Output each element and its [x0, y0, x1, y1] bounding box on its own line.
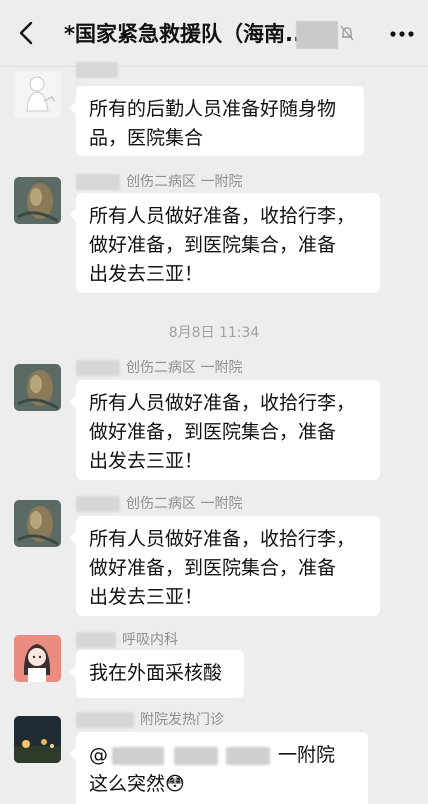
message-bubble[interactable]: 所有人员做好准备，收拾行李， 做好准备，到医院集合，准备 出发去三亚！ — [69, 193, 380, 293]
message-line: 我在外面采核酸 — [89, 662, 223, 684]
message-line: 出发去三亚！ — [89, 586, 204, 608]
message-line: 做好准备，到医院集合，准备 — [89, 234, 337, 256]
avatar[interactable] — [14, 71, 61, 118]
flushed-face-emoji-icon: 😳 — [165, 773, 185, 795]
mention-redaction — [226, 746, 270, 765]
sender-name-text: 呼吸内科 — [122, 632, 178, 648]
message-text: 这么突然 — [89, 773, 166, 795]
sender-name: 创伤二病区 一附院 — [76, 357, 242, 377]
more-dots-icon[interactable] — [390, 31, 414, 37]
name-redaction — [76, 712, 134, 728]
avatar[interactable] — [14, 500, 61, 547]
avatar[interactable] — [14, 177, 61, 224]
chat-timestamp: 8月8日 11:34 — [168, 325, 260, 341]
message-line: 所有人员做好准备，收拾行李， — [89, 392, 356, 414]
avatar[interactable] — [14, 364, 61, 411]
chat-title: *国家紧急救援队（海南... — [64, 22, 309, 46]
sender-name-text: 附院发热门诊 — [140, 712, 224, 728]
avatar[interactable] — [14, 635, 61, 682]
name-redaction — [76, 174, 120, 190]
message-bubble[interactable]: 我在外面采核酸 — [69, 650, 244, 698]
sender-name — [76, 62, 124, 82]
back-chevron-icon[interactable] — [14, 20, 40, 46]
sender-name-text: 创伤二病区 一附院 — [126, 174, 243, 190]
message-line: 这么突然😳 — [89, 770, 355, 799]
chat-header: *国家紧急救援队（海南... — [0, 0, 428, 67]
message-line: 所有的后勤人员准备好随身物 — [89, 98, 337, 120]
name-redaction — [76, 496, 120, 512]
message-line: 做好准备，到医院集合，准备 — [89, 421, 337, 443]
sender-name: 创伤二病区 一附院 — [76, 171, 242, 191]
sender-name: 附院发热门诊 — [76, 709, 224, 729]
message-bubble[interactable]: 所有人员做好准备，收拾行李， 做好准备，到医院集合，准备 出发去三亚！ — [69, 380, 380, 480]
message-line: 出发去三亚！ — [89, 450, 204, 472]
message-line: 所有人员做好准备，收拾行李， — [89, 528, 356, 550]
sender-name: 创伤二病区 一附院 — [76, 493, 242, 513]
mention-tail: 一附院 — [278, 744, 336, 766]
sender-name-text: 创伤二病区 一附院 — [126, 496, 243, 512]
name-redaction — [76, 62, 118, 78]
message-bubble[interactable]: 所有人员做好准备，收拾行李， 做好准备，到医院集合，准备 出发去三亚！ — [69, 516, 380, 616]
message-line: 所有人员做好准备，收拾行李， — [89, 205, 356, 227]
message-line: 做好准备，到医院集合，准备 — [89, 557, 337, 579]
mention-at: @ — [89, 744, 108, 766]
sender-name-text: 创伤二病区 一附院 — [126, 360, 243, 376]
sender-name: 呼吸内科 — [76, 629, 178, 649]
name-redaction — [76, 360, 120, 376]
name-redaction — [76, 632, 116, 648]
message-line: @ 一附院 — [89, 741, 355, 770]
title-redaction — [296, 21, 338, 49]
avatar[interactable] — [14, 716, 61, 763]
message-line: 品，医院集合 — [89, 127, 204, 149]
message-bubble[interactable]: @ 一附院 这么突然😳 — [69, 732, 368, 804]
message-line: 出发去三亚！ — [89, 263, 204, 285]
mention-redaction — [112, 746, 164, 765]
message-bubble[interactable]: 所有的后勤人员准备好随身物 品，医院集合 — [69, 86, 364, 156]
bell-mute-icon — [340, 25, 354, 41]
mention-redaction — [174, 746, 218, 765]
